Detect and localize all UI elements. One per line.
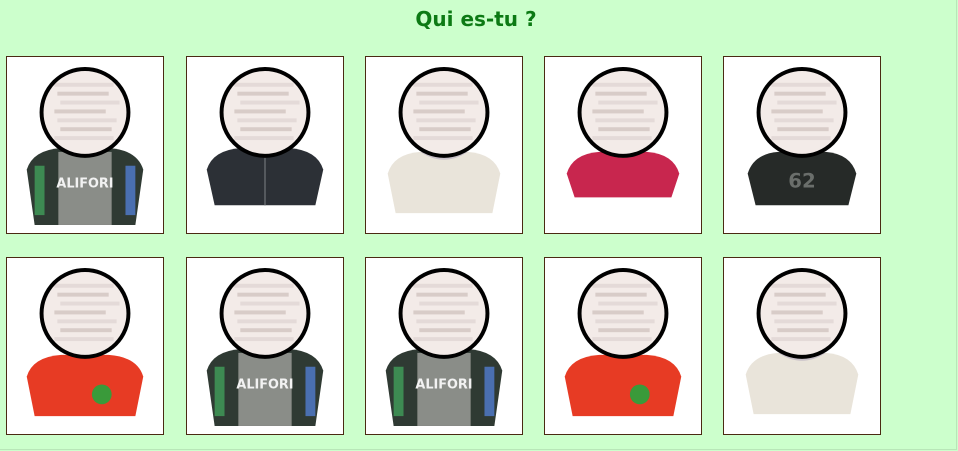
child-photo-card[interactable] — [365, 56, 523, 234]
child-photo-card[interactable] — [544, 56, 702, 234]
child-torso — [387, 151, 501, 214]
child-photo-card[interactable] — [6, 257, 164, 435]
child-photo-card[interactable]: ALIFORI — [365, 257, 523, 435]
shirt-print: ALIFORI — [236, 377, 293, 392]
shirt-print: 62 — [788, 169, 815, 192]
child-torso — [26, 354, 144, 417]
child-photo — [387, 67, 501, 214]
page-title: Qui es-tu ? — [415, 7, 537, 31]
child-photo-card[interactable] — [544, 257, 702, 435]
game-board: Qui es-tu ? ALIFORI 62 ALIFORI ALIFORI — [0, 0, 957, 450]
child-torso — [566, 151, 680, 198]
child-photo: ALIFORI — [385, 268, 503, 426]
child-photo-card[interactable] — [186, 56, 344, 234]
child-photo — [26, 268, 144, 417]
child-photo: ALIFORI — [26, 67, 144, 225]
child-torso: ALIFORI — [206, 348, 324, 426]
child-torso — [745, 352, 859, 415]
shirt-print: ALIFORI — [415, 377, 472, 392]
child-photo-card[interactable]: ALIFORI — [186, 257, 344, 435]
child-photo — [206, 67, 324, 206]
child-photo: 62 — [747, 67, 857, 206]
child-torso: 62 — [747, 151, 857, 206]
child-torso: ALIFORI — [385, 348, 503, 426]
child-photo-card[interactable]: 62 — [723, 56, 881, 234]
child-photo — [566, 67, 680, 198]
child-photo — [745, 268, 859, 415]
child-photo-card[interactable]: ALIFORI — [6, 56, 164, 234]
child-photo-card[interactable] — [723, 257, 881, 435]
shirt-print: ALIFORI — [56, 176, 113, 191]
child-torso: ALIFORI — [26, 147, 144, 225]
child-photo: ALIFORI — [206, 268, 324, 426]
child-photo — [564, 268, 682, 417]
child-torso — [564, 354, 682, 417]
